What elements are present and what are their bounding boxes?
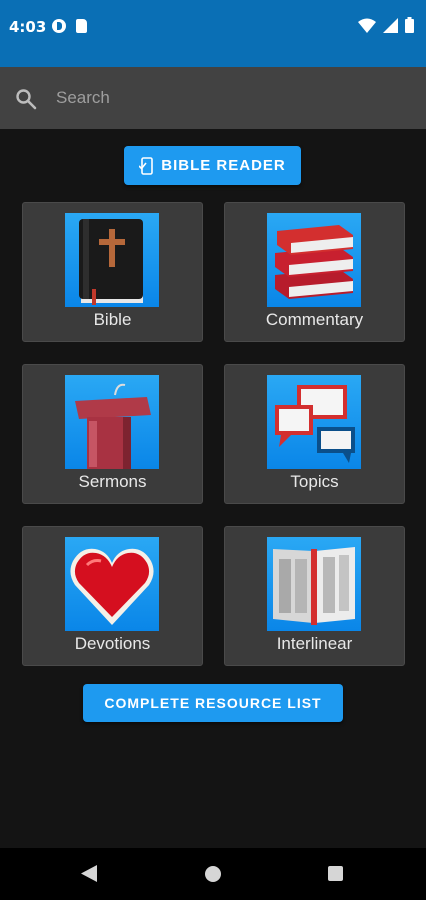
- complete-resource-list-label: COMPLETE RESOURCE LIST: [104, 695, 322, 711]
- notification-icon: [52, 19, 66, 33]
- wifi-icon: [358, 18, 376, 33]
- tile-topics[interactable]: Topics: [224, 364, 405, 504]
- status-time: 4:03: [9, 18, 47, 36]
- tile-bible[interactable]: Bible: [22, 202, 203, 342]
- battery-icon: [405, 17, 414, 33]
- tile-label: Interlinear: [276, 634, 353, 653]
- tile-interlinear[interactable]: Interlinear: [224, 526, 405, 666]
- signal-icon: [383, 17, 398, 33]
- search-icon[interactable]: [14, 87, 38, 111]
- status-bar: 4:03: [0, 0, 426, 67]
- search-bar: [0, 67, 426, 129]
- tile-label: Devotions: [74, 634, 151, 653]
- phone-check-icon: [139, 156, 154, 175]
- open-book-icon: [267, 537, 361, 631]
- tile-label: Sermons: [78, 472, 147, 491]
- tile-commentary[interactable]: Commentary: [224, 202, 405, 342]
- navigation-bar: [0, 848, 426, 900]
- back-icon[interactable]: [81, 865, 97, 882]
- complete-resource-list-button[interactable]: COMPLETE RESOURCE LIST: [83, 684, 343, 722]
- sd-card-icon: [76, 19, 87, 33]
- pulpit-icon: [65, 375, 159, 469]
- home-icon[interactable]: [205, 866, 221, 882]
- tile-label: Topics: [290, 472, 339, 491]
- tile-sermons[interactable]: Sermons: [22, 364, 203, 504]
- heart-icon: [65, 537, 159, 631]
- bible-reader-label: BIBLE READER: [161, 157, 286, 174]
- tile-devotions[interactable]: Devotions: [22, 526, 203, 666]
- recents-icon[interactable]: [328, 866, 343, 881]
- books-icon: [267, 213, 361, 307]
- bible-icon: [65, 213, 159, 307]
- status-icons: [358, 17, 414, 33]
- tile-label: Commentary: [265, 310, 364, 329]
- bible-reader-button[interactable]: BIBLE READER: [124, 146, 301, 185]
- search-input[interactable]: [56, 86, 396, 110]
- tile-label: Bible: [93, 310, 132, 329]
- speech-bubbles-icon: [267, 375, 361, 469]
